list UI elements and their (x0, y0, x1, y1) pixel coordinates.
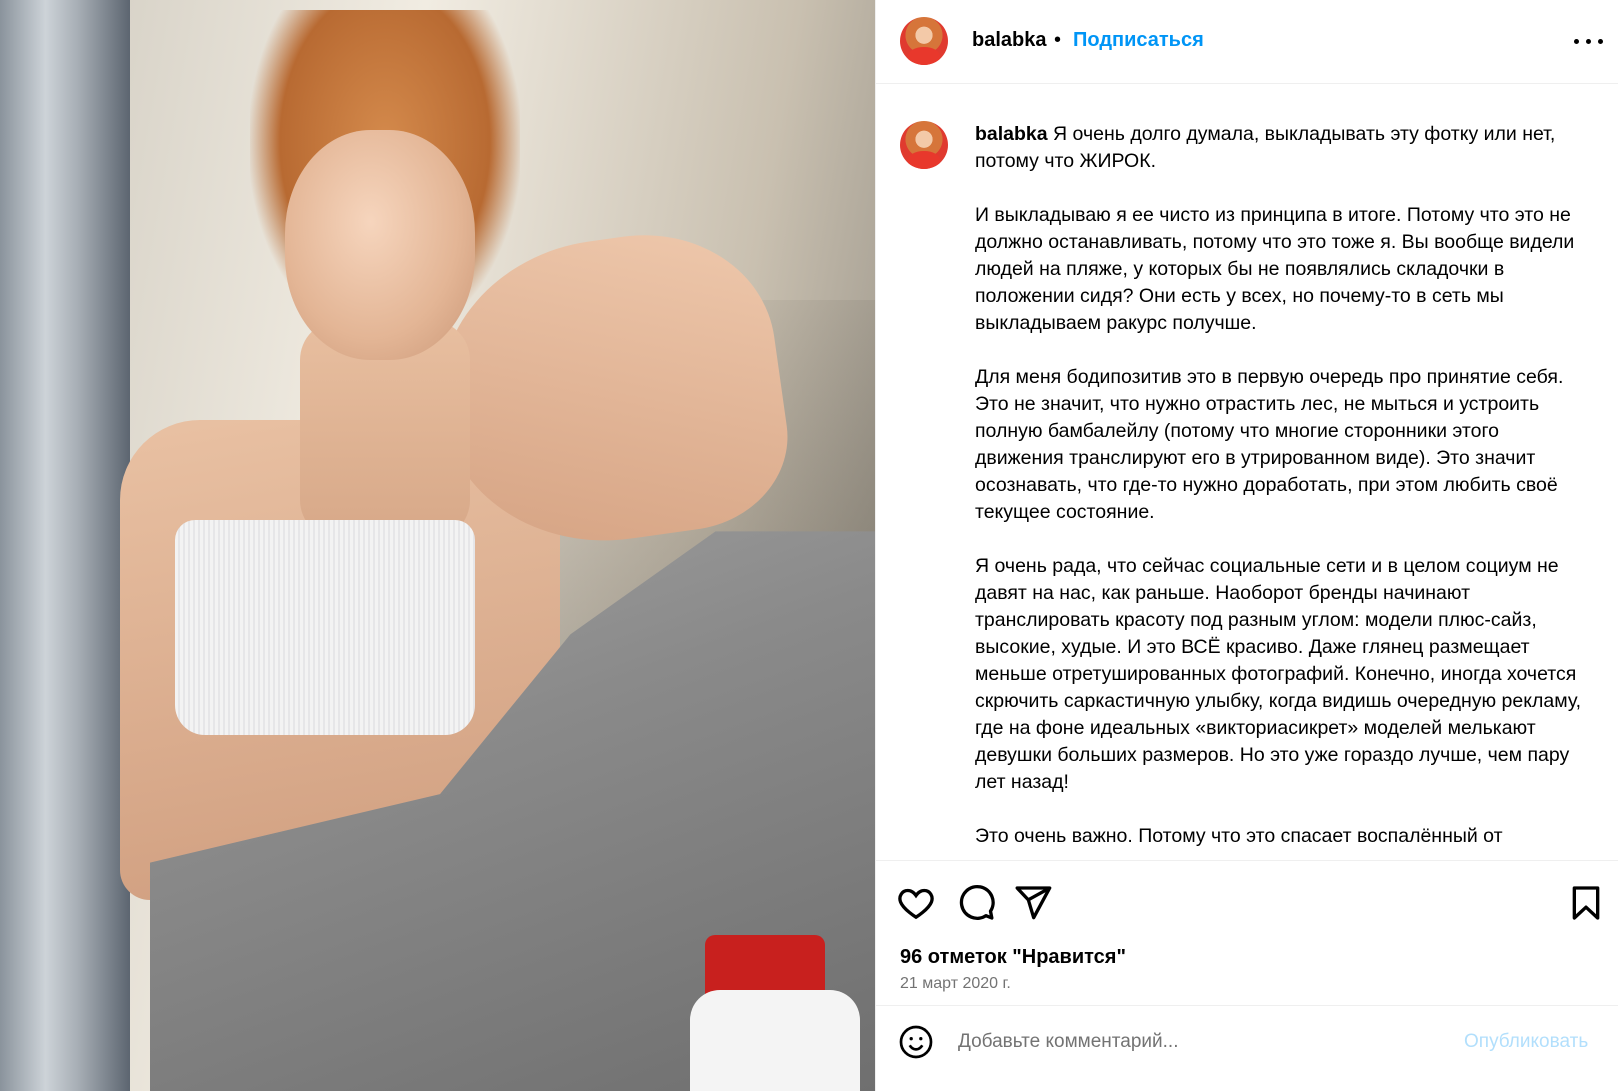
photo-white-shoe (690, 990, 860, 1091)
photo-white-top (175, 520, 475, 735)
post-header: balabka • Подписаться (876, 0, 1618, 84)
caption-paragraph-3: Для меня бодипозитив это в первую очеред… (975, 366, 1564, 523)
post-date[interactable]: 21 март 2020 г. (900, 975, 1011, 993)
photo-face (285, 130, 475, 360)
photo-window-frame (0, 0, 130, 1091)
caption-paragraph-4: Я очень рада, что сейчас социальные сети… (975, 555, 1582, 793)
post-photo[interactable] (0, 0, 875, 1091)
header-separator: • (1054, 29, 1062, 51)
emoji-icon[interactable] (898, 1024, 934, 1060)
likes-count[interactable]: 96 отметок "Нравится" (900, 946, 1126, 969)
more-options-icon[interactable] (1571, 22, 1607, 58)
caption-scroll-area[interactable]: balabka Я очень долго думала, выкладыват… (876, 85, 1618, 860)
caption-paragraph-1: balabka Я очень долго думала, выкладыват… (975, 121, 1590, 175)
caption-username[interactable]: balabka (975, 123, 1048, 145)
share-icon[interactable] (1013, 883, 1053, 923)
caption-paragraph-text: Я очень долго думала, выкладывать эту фо… (975, 123, 1556, 172)
comment-bar: Опубликовать (876, 1005, 1618, 1091)
caption-text: balabka Я очень долго думала, выкладыват… (975, 121, 1590, 860)
publish-button[interactable]: Опубликовать (1464, 1031, 1588, 1053)
bookmark-icon[interactable] (1566, 883, 1606, 923)
comment-input[interactable] (958, 1020, 1438, 1064)
post-side-panel: balabka • Подписаться balabka Я очень до… (875, 0, 1618, 1091)
header-username[interactable]: balabka (972, 29, 1046, 52)
follow-button[interactable]: Подписаться (1073, 29, 1204, 52)
comment-icon[interactable] (956, 883, 996, 923)
avatar[interactable] (900, 17, 948, 65)
caption-paragraph-2: И выкладываю я ее чисто из принципа в ит… (975, 204, 1575, 334)
heart-icon[interactable] (896, 883, 936, 923)
caption-paragraph-5: Это очень важно. Потому что это спасает … (975, 825, 1503, 847)
instagram-post-view: balabka • Подписаться balabka Я очень до… (0, 0, 1618, 1091)
caption-avatar[interactable] (900, 121, 948, 169)
